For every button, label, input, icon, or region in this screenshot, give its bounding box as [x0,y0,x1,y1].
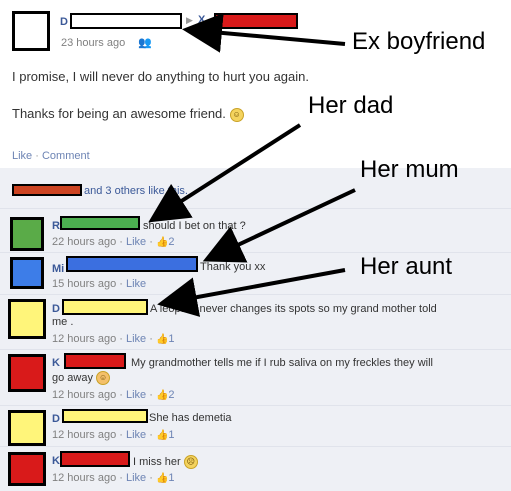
post-message-line2: Thanks for being an awesome friend. ☺ [12,106,244,122]
comment-like-count[interactable]: 1 [168,472,174,484]
comment-text: She has demetia [149,412,232,424]
comment-meta: 12 hours ago · Like · 👍1 [52,472,175,484]
comment-author-initial[interactable]: D [52,303,60,315]
post-author-name-redacted [70,13,182,29]
smiley-icon: ☺ [229,107,244,122]
post-message-line2-text: Thanks for being an awesome friend. [12,106,226,121]
thumbs-up-icon: 👍 [155,334,169,345]
post-author-avatar[interactable] [12,11,50,51]
arrow-right-icon: ▶ [186,15,193,25]
comment-meta: 12 hours ago · Like · 👍1 [52,429,175,441]
comment-like-link[interactable]: Like [126,236,146,248]
post-message-line1: I promise, I will never do anything to h… [12,69,309,84]
comment-like-count[interactable]: 1 [168,429,174,441]
divider [0,446,511,447]
recipient-initial: X [198,14,206,26]
comment-like-count[interactable]: 2 [168,236,174,248]
thumbs-up-icon: 👍 [155,430,169,441]
comment-like-count[interactable]: 2 [168,389,174,401]
comment-text: My grandmother tells me if I rub saliva … [131,357,433,369]
comment-avatar[interactable] [10,257,44,289]
comment-time[interactable]: 12 hours ago [52,389,116,401]
like-link[interactable]: Like [12,150,32,162]
comment-text-row: I miss her ☹ [133,455,198,469]
recipient-name-redacted [214,13,298,29]
comment-like-link[interactable]: Like [126,333,146,345]
comment-link[interactable]: Comment [42,150,90,162]
annotation-her-dad: Her dad [308,92,394,119]
comment-text: A leopard never changes its spots so my … [150,303,437,315]
comment-avatar[interactable] [8,299,46,339]
comment-avatar[interactable] [8,354,46,392]
comment-author-redacted [60,451,130,467]
comment-meta: 15 hours ago · Like [52,278,147,290]
post-actions: Like · Comment [12,150,90,162]
comment-meta: 12 hours ago · Like · 👍2 [52,389,175,401]
comment-meta: 22 hours ago · Like · 👍2 [52,236,175,248]
comment-author-initial[interactable]: R [52,220,60,232]
divider [0,294,511,295]
comment-time[interactable]: 12 hours ago [52,429,116,441]
annotation-her-mum: Her mum [360,156,459,183]
thumbs-up-icon: 👍 [155,237,169,248]
comment-text-continued: go away [52,371,93,384]
comment-text: should I bet on that ? [143,220,246,232]
comment-author-redacted [62,299,148,315]
comment-author-initial[interactable]: K [52,455,60,467]
comment-like-link[interactable]: Like [126,389,146,401]
comment-author-initial[interactable]: K [52,357,60,369]
post-author-initial[interactable]: D [60,16,68,28]
liker-name-redacted [12,184,82,196]
comment-meta: 12 hours ago · Like · 👍1 [52,333,175,345]
comment-author-initial[interactable]: Mi [52,263,64,275]
comment-avatar[interactable] [10,217,44,251]
sad-smiley-icon: ☹ [183,455,198,469]
comment-like-link[interactable]: Like [126,472,146,484]
comment-time[interactable]: 12 hours ago [52,472,116,484]
divider [0,349,511,350]
thumbs-up-icon: 👍 [155,390,169,401]
comment-author-redacted [66,256,198,272]
comment-time[interactable]: 15 hours ago [52,278,116,290]
comment-time[interactable]: 22 hours ago [52,236,116,248]
people-icon: 👥 [138,37,152,49]
comment-avatar[interactable] [8,410,46,446]
annotation-ex-boyfriend: Ex boyfriend [352,28,486,55]
annotation-her-aunt: Her aunt [360,253,453,280]
comment-avatar[interactable] [8,452,46,486]
thumbs-up-icon: 👍 [155,473,169,484]
comment-author-redacted [62,409,148,423]
divider [0,208,511,209]
comment-author-redacted [64,353,126,369]
comment-author-initial[interactable]: D [52,413,60,425]
comment-author-redacted [60,216,140,230]
comment-like-link[interactable]: Like [126,278,146,290]
tongue-smiley-icon: ☺ [96,371,111,385]
comment-time[interactable]: 12 hours ago [52,333,116,345]
action-separator: · [32,150,42,162]
comment-text-continued: me . [52,316,74,328]
comment-text-continued-row: go away ☺ [52,371,111,385]
likes-summary[interactable]: and 3 others like this. [84,185,188,198]
arrow-icon [182,12,346,53]
comment-text: Thank you xx [200,261,266,273]
post-timestamp[interactable]: 23 hours ago [61,37,125,49]
divider [0,405,511,406]
comment-like-count[interactable]: 1 [168,333,174,345]
comment-text: I miss her [133,455,181,468]
comment-like-link[interactable]: Like [126,429,146,441]
